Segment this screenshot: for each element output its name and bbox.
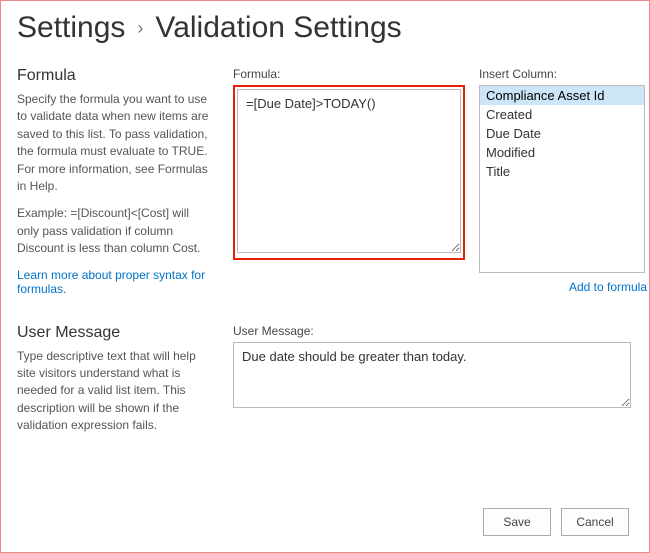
breadcrumb-separator-icon: › <box>137 18 143 39</box>
breadcrumb-root[interactable]: Settings <box>17 11 125 45</box>
insert-column-label: Insert Column: <box>479 67 647 81</box>
formula-learn-link[interactable]: Learn more about proper syntax for formu… <box>17 268 211 296</box>
breadcrumb: Settings › Validation Settings <box>17 11 633 45</box>
formula-input[interactable] <box>237 89 461 253</box>
cancel-button[interactable]: Cancel <box>561 508 629 536</box>
save-button[interactable]: Save <box>483 508 551 536</box>
column-item-modified[interactable]: Modified <box>480 143 644 162</box>
insert-column-list[interactable]: Compliance Asset Id Created Due Date Mod… <box>479 85 645 273</box>
user-message-label: User Message: <box>233 324 631 338</box>
user-message-input[interactable] <box>233 342 631 408</box>
column-item-title[interactable]: Title <box>480 162 644 181</box>
page-title: Validation Settings <box>155 11 401 45</box>
column-item-due-date[interactable]: Due Date <box>480 124 644 143</box>
column-item-created[interactable]: Created <box>480 105 644 124</box>
user-message-section-desc: Type descriptive text that will help sit… <box>17 348 211 435</box>
formula-label: Formula: <box>233 67 465 81</box>
user-message-section-title: User Message <box>17 324 211 342</box>
formula-section-title: Formula <box>17 67 211 85</box>
column-item-compliance-asset-id[interactable]: Compliance Asset Id <box>480 86 644 105</box>
formula-section-desc: Specify the formula you want to use to v… <box>17 91 211 195</box>
form-buttons: Save Cancel <box>483 508 629 536</box>
formula-highlight-box <box>233 85 465 260</box>
formula-section-example: Example: =[Discount]<[Cost] will only pa… <box>17 205 211 257</box>
add-to-formula-link[interactable]: Add to formula <box>569 280 647 294</box>
